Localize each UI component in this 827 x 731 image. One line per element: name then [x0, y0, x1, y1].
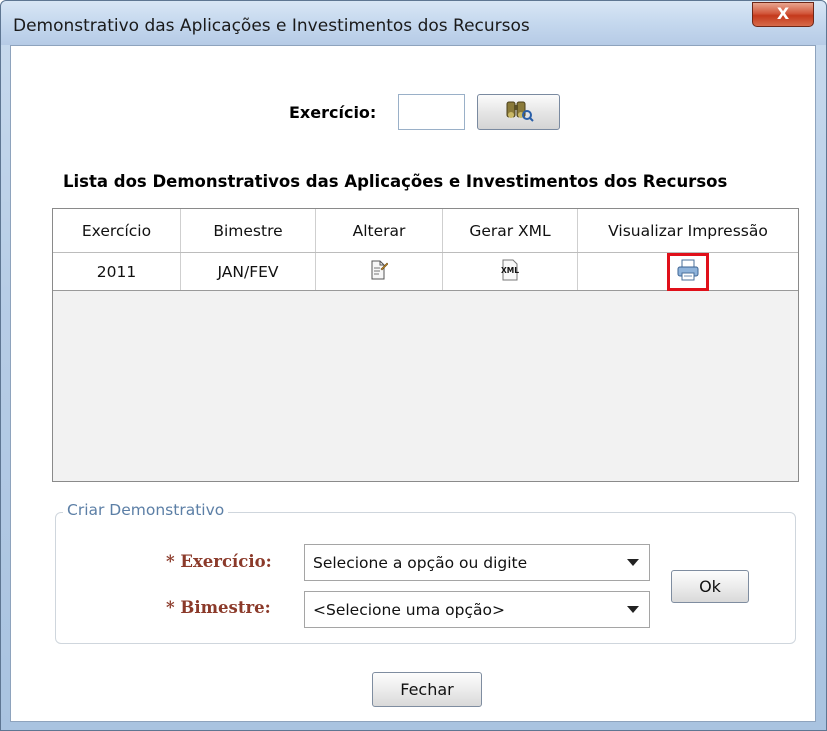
table-header: Exercício Bimestre Alterar Gerar XML Vis…	[53, 209, 798, 253]
bimestre-required-label: * Bimestre:	[166, 598, 271, 617]
edit-document-icon[interactable]	[370, 260, 389, 284]
chevron-down-icon[interactable]	[627, 559, 639, 566]
exercicio-combobox[interactable]: Selecione a opção ou digite	[304, 544, 650, 581]
cell-bimestre: JAN/FEV	[181, 253, 316, 290]
chevron-down-icon[interactable]	[627, 606, 639, 613]
list-title: Lista dos Demonstrativos das Aplicações …	[63, 172, 728, 191]
bimestre-combobox[interactable]: <Selecione uma opção>	[304, 591, 650, 628]
xml-file-icon[interactable]: XML	[499, 259, 521, 285]
cell-exercicio: 2011	[53, 253, 181, 290]
search-button[interactable]	[477, 94, 560, 130]
print-preview-icon[interactable]	[676, 259, 700, 285]
fechar-button[interactable]: Fechar	[372, 672, 482, 707]
cell-alterar	[316, 253, 443, 290]
column-header-alterar[interactable]: Alterar	[316, 209, 443, 252]
exercicio-combobox-value: Selecione a opção ou digite	[313, 553, 528, 572]
window-title: Demonstrativo das Aplicações e Investime…	[13, 16, 530, 36]
dialog-body: Exercício: Lista dos Demonstrativos das …	[10, 45, 816, 722]
exercicio-required-label: * Exercício:	[166, 552, 272, 571]
column-header-bimestre[interactable]: Bimestre	[181, 209, 316, 252]
demonstrativos-table: Exercício Bimestre Alterar Gerar XML Vis…	[52, 208, 799, 482]
search-exercicio-label: Exercício:	[289, 103, 377, 122]
column-header-gerar-xml[interactable]: Gerar XML	[443, 209, 578, 252]
table-row[interactable]: 2011 JAN/FEV XML	[53, 252, 798, 291]
cell-gerar-xml: XML	[443, 253, 578, 290]
svg-text:XML: XML	[501, 266, 519, 275]
title-bar[interactable]: Demonstrativo das Aplicações e Investime…	[1, 1, 826, 45]
close-window-button[interactable]: X	[752, 2, 814, 27]
binoculars-search-icon	[504, 98, 534, 126]
print-preview-highlight[interactable]	[667, 252, 709, 291]
bimestre-combobox-value: <Selecione uma opção>	[313, 600, 505, 619]
search-exercicio-input[interactable]	[398, 94, 465, 130]
column-header-visualizar-impressao[interactable]: Visualizar Impressão	[578, 209, 798, 252]
ok-button[interactable]: Ok	[671, 570, 749, 603]
cell-visualizar-impressao	[578, 252, 798, 291]
criar-demonstrativo-legend: Criar Demonstrativo	[63, 501, 229, 519]
dialog-window: Demonstrativo das Aplicações e Investime…	[0, 0, 827, 731]
column-header-exercicio[interactable]: Exercício	[53, 209, 181, 252]
